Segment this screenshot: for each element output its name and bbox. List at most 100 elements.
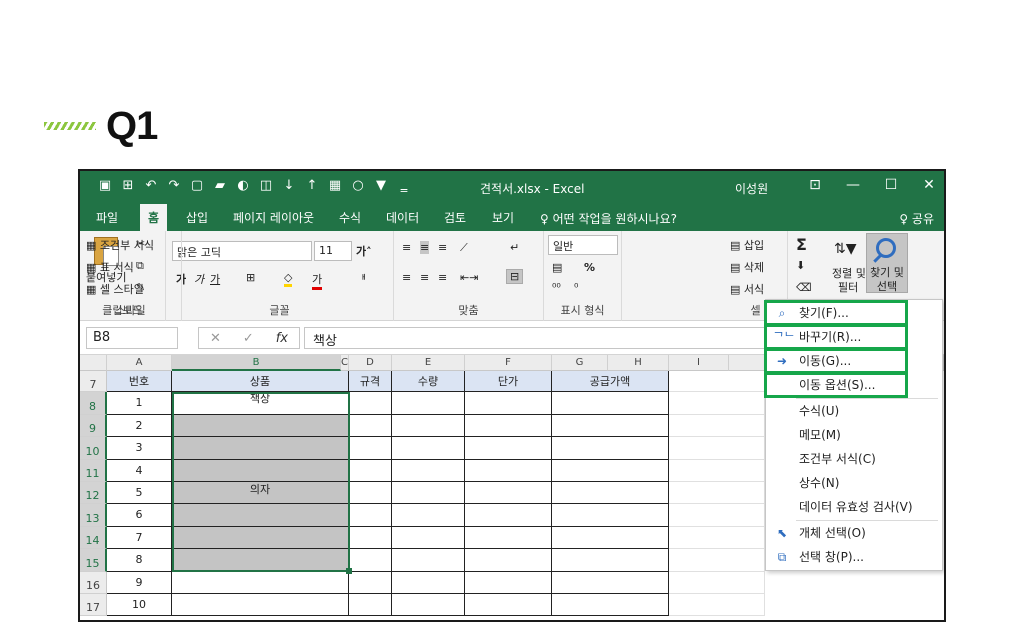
print-icon[interactable]: ◐ <box>236 178 250 193</box>
header-cell[interactable]: 규격 <box>349 371 392 392</box>
form-icon[interactable]: ▦ <box>328 178 342 193</box>
cancel-icon[interactable]: ✕ <box>210 331 221 346</box>
tab-review[interactable]: 검토 <box>444 209 466 226</box>
col-header-d[interactable]: D <box>349 355 392 371</box>
cell-r8-c4[interactable] <box>465 392 552 415</box>
empty-cell[interactable] <box>669 371 765 392</box>
cell-r15-c5[interactable] <box>552 549 669 572</box>
empty-cell[interactable] <box>669 594 765 616</box>
menu-item-2[interactable]: ➜ 이동(G)... <box>764 348 908 374</box>
cell-r9-c5[interactable] <box>552 415 669 437</box>
close-icon[interactable]: ✕ <box>922 177 936 193</box>
cell-r9-c2[interactable] <box>349 415 392 437</box>
percent-button[interactable]: % <box>584 261 595 274</box>
share-button[interactable]: ♀ 공유 <box>899 210 934 227</box>
filter-icon[interactable]: ▼ <box>374 178 388 193</box>
cell-r13-c2[interactable] <box>349 504 392 527</box>
wrap-text-icon[interactable]: ↵ <box>510 241 519 254</box>
menu-item-0[interactable]: ⌕ 찾기(F)... <box>764 300 908 326</box>
col-header-a[interactable]: A <box>107 355 172 371</box>
empty-cell[interactable] <box>669 527 765 549</box>
empty-cell[interactable] <box>669 549 765 572</box>
col-header-h[interactable]: H <box>608 355 669 371</box>
tab-view[interactable]: 보기 <box>492 209 514 226</box>
format-cells-button[interactable]: ▤ 서식 <box>730 281 764 297</box>
row-header-11[interactable]: 11 <box>80 460 107 482</box>
insert-cells-button[interactable]: ▤ 삽입 <box>730 237 764 253</box>
grow-font-icon[interactable]: 가˄ <box>356 243 372 259</box>
cell-r15-c0[interactable]: 8 <box>107 549 172 572</box>
cell-r8-c3[interactable] <box>392 392 465 415</box>
cell-r11-c2[interactable] <box>349 460 392 482</box>
empty-cell[interactable] <box>669 415 765 437</box>
font-color-icon[interactable]: 가 <box>312 271 323 290</box>
col-header-i[interactable]: I <box>669 355 729 371</box>
menu-item-3[interactable]: 이동 옵션(S)... <box>764 372 908 398</box>
cell-r16-c3[interactable] <box>392 572 465 594</box>
header-cell[interactable]: 수량 <box>392 371 465 392</box>
cell-r8-c2[interactable] <box>349 392 392 415</box>
cell-r17-c3[interactable] <box>392 594 465 616</box>
row-header-12[interactable]: 12 <box>80 482 107 504</box>
indent-icon[interactable]: ⇤⇥ <box>460 271 478 284</box>
decrease-decimal-icon[interactable]: ⁰ <box>574 281 578 294</box>
fill-color-icon[interactable]: ◇ <box>284 271 293 287</box>
empty-cell[interactable] <box>669 437 765 460</box>
cell-r12-c5[interactable] <box>552 482 669 504</box>
cell-r13-c3[interactable] <box>392 504 465 527</box>
cell-r10-c0[interactable]: 3 <box>107 437 172 460</box>
col-header-b[interactable]: B <box>172 355 341 371</box>
row-header-8[interactable]: 8 <box>80 392 107 415</box>
maximize-icon[interactable]: ☐ <box>884 177 898 193</box>
cell-r11-c4[interactable] <box>465 460 552 482</box>
row-header-16[interactable]: 16 <box>80 572 107 594</box>
open-icon[interactable]: ▰ <box>213 178 227 193</box>
align-center-icon[interactable]: ≡ <box>420 271 429 284</box>
sort-filter-icon[interactable]: ⇅▼ <box>834 241 857 257</box>
cell-r10-c5[interactable] <box>552 437 669 460</box>
col-header-e[interactable]: E <box>392 355 465 371</box>
cell-r9-c4[interactable] <box>465 415 552 437</box>
italic-button[interactable]: 가 <box>194 271 204 287</box>
row-header-7[interactable]: 7 <box>80 371 107 392</box>
cell-r17-c5[interactable] <box>552 594 669 616</box>
align-middle-icon[interactable]: ≡ <box>420 241 430 254</box>
empty-cell[interactable] <box>669 572 765 594</box>
phonetic-icon[interactable]: ᅢ <box>356 271 366 287</box>
row-header-17[interactable]: 17 <box>80 594 107 616</box>
align-top-icon[interactable]: ≡ <box>402 241 411 254</box>
row-header-15[interactable]: 15 <box>80 549 107 572</box>
cell-r13-c5[interactable] <box>552 504 669 527</box>
empty-cell[interactable] <box>669 460 765 482</box>
col-header-c[interactable]: C <box>341 355 349 371</box>
cell-r15-c4[interactable] <box>465 549 552 572</box>
cell-r14-c5[interactable] <box>552 527 669 549</box>
increase-decimal-icon[interactable]: ⁰⁰ <box>552 281 561 294</box>
cell-r14-c2[interactable] <box>349 527 392 549</box>
cell-r9-c3[interactable] <box>392 415 465 437</box>
cell-r12-c2[interactable] <box>349 482 392 504</box>
cell-r12-c3[interactable] <box>392 482 465 504</box>
user-name[interactable]: 이성원 <box>735 180 768 197</box>
header-cell[interactable]: 단가 <box>465 371 552 392</box>
tab-formulas[interactable]: 수식 <box>339 209 361 226</box>
circle-icon[interactable]: ○ <box>351 178 365 193</box>
menu-item-6[interactable]: 조건부 서식(C) <box>766 448 942 470</box>
cell-r9-c0[interactable]: 2 <box>107 415 172 437</box>
cell-r16-c4[interactable] <box>465 572 552 594</box>
format-as-table-button[interactable]: ▦ 표 서식 <box>86 259 134 275</box>
tab-home[interactable]: 홈 <box>140 204 168 231</box>
row-header-9[interactable]: 9 <box>80 415 107 437</box>
col-header-f[interactable]: F <box>465 355 552 371</box>
select-all-corner[interactable] <box>80 355 107 371</box>
cell-r8-c0[interactable]: 1 <box>107 392 172 415</box>
align-left-icon[interactable]: ≡ <box>402 271 411 284</box>
empty-cell[interactable] <box>669 482 765 504</box>
orientation-icon[interactable]: ⟋ <box>460 241 468 255</box>
cell-r10-c4[interactable] <box>465 437 552 460</box>
tab-page-layout[interactable]: 페이지 레이아웃 <box>233 209 314 226</box>
cell-r14-c0[interactable]: 7 <box>107 527 172 549</box>
ribbon-display-icon[interactable]: ⊡ <box>808 177 822 193</box>
cell-r17-c0[interactable]: 10 <box>107 594 172 616</box>
cell-r16-c2[interactable] <box>349 572 392 594</box>
